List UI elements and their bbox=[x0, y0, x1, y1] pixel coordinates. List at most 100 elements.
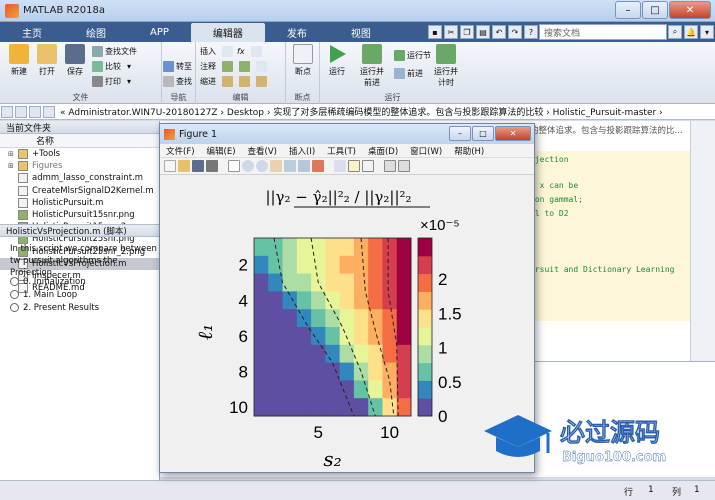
paste-icon[interactable]: ▤ bbox=[476, 25, 490, 39]
outline-item[interactable]: 2. Present Results bbox=[10, 301, 99, 314]
heatmap-cell bbox=[311, 380, 326, 399]
increase-indent-icon[interactable] bbox=[239, 76, 250, 87]
menu-edit[interactable]: 编辑(E) bbox=[201, 145, 242, 157]
file-item[interactable]: HolisticPursuit15snr.png bbox=[0, 209, 159, 221]
maximize-icon[interactable]: □ bbox=[642, 1, 668, 19]
heatmap-plot[interactable]: 2 4 6 8 10 5 10 s₂ ℓ₁ ||γ₂ − γ̂₂||²₂ / ||γ₂||²₂ 0 0… bbox=[160, 176, 534, 472]
new-figure-icon[interactable] bbox=[164, 160, 176, 172]
file-item[interactable]: CreateMlsrSignalD2Kernel.m bbox=[0, 185, 159, 197]
wrap-comment-icon[interactable] bbox=[256, 61, 267, 72]
outline-item[interactable]: 0. Initialization bbox=[10, 275, 99, 288]
function-icon[interactable]: fx bbox=[237, 47, 245, 56]
menu-help[interactable]: 帮助(H) bbox=[448, 145, 490, 157]
run-section-button[interactable]: 运行节 bbox=[394, 50, 431, 61]
run-advance-button[interactable]: 运行并 前进 bbox=[354, 44, 390, 88]
save-icon[interactable]: ▪ bbox=[428, 25, 442, 39]
heatmap-cell bbox=[396, 309, 412, 328]
compare-button[interactable]: 比较 ▾ bbox=[92, 61, 131, 72]
show-tools-icon[interactable] bbox=[398, 160, 410, 172]
figure-titlebar[interactable]: Figure 1 – □ ✕ bbox=[160, 124, 534, 144]
pointer-icon[interactable] bbox=[228, 160, 240, 172]
editor-scrollbar[interactable] bbox=[690, 121, 715, 361]
advance-button[interactable]: 前进 bbox=[394, 68, 423, 79]
run-and-time-button[interactable]: 运行并 计时 bbox=[428, 44, 464, 88]
print-button[interactable]: 打印 ▾ bbox=[92, 76, 131, 87]
zoom-in-icon[interactable] bbox=[242, 160, 254, 172]
save-figure-icon[interactable] bbox=[192, 160, 204, 172]
save-button[interactable]: 保存 bbox=[58, 44, 92, 77]
undo-icon[interactable]: ↶ bbox=[492, 25, 506, 39]
data-cursor-icon[interactable] bbox=[298, 160, 310, 172]
forward-icon[interactable] bbox=[15, 105, 27, 118]
help-icon[interactable]: ? bbox=[524, 25, 538, 39]
expand-icon[interactable]: ⊞ bbox=[8, 150, 16, 158]
tab-apps[interactable]: APP bbox=[128, 23, 191, 42]
indent-button[interactable]: 缩进 bbox=[200, 76, 269, 87]
up-folder-icon[interactable] bbox=[29, 105, 41, 118]
file-item[interactable]: ⊞ Figures bbox=[0, 160, 159, 172]
tab-editor[interactable]: 编辑器 bbox=[190, 23, 265, 42]
figure-minimize-icon[interactable]: – bbox=[449, 126, 471, 141]
decrease-indent-icon[interactable] bbox=[256, 76, 267, 87]
figure-maximize-icon[interactable]: □ bbox=[472, 126, 494, 141]
y-tick-label: 8 bbox=[239, 363, 248, 382]
bell-icon[interactable]: 🔔 bbox=[684, 25, 698, 39]
tab-view[interactable]: 视图 bbox=[329, 23, 393, 42]
tab-publish[interactable]: 发布 bbox=[265, 23, 329, 42]
copy-icon[interactable]: ❐ bbox=[460, 25, 474, 39]
colorbar-icon[interactable] bbox=[348, 160, 360, 172]
insert-button[interactable]: 插入 fx bbox=[200, 46, 264, 57]
find-files-button[interactable]: 查找文件 bbox=[92, 46, 137, 57]
brush-icon[interactable] bbox=[312, 160, 324, 172]
comment-button[interactable]: 注释 bbox=[200, 61, 269, 72]
tab-home[interactable]: 主页 bbox=[0, 23, 64, 42]
menu-view[interactable]: 查看(V) bbox=[242, 145, 283, 157]
open-file-icon[interactable] bbox=[178, 160, 190, 172]
cut-icon[interactable]: ✂ bbox=[444, 25, 458, 39]
file-item[interactable]: ⊞ +Tools bbox=[0, 148, 159, 160]
pan-icon[interactable] bbox=[270, 160, 282, 172]
rotate-icon[interactable] bbox=[284, 160, 296, 172]
file-item[interactable]: admm_lasso_constraint.m bbox=[0, 172, 159, 184]
redo-icon[interactable]: ↷ bbox=[508, 25, 522, 39]
find-button[interactable]: 查找 bbox=[163, 76, 192, 87]
back-icon[interactable] bbox=[1, 105, 13, 118]
goto-button[interactable]: 转至 bbox=[163, 61, 192, 72]
run-button[interactable]: 运行 bbox=[320, 44, 354, 77]
heatmap-cell bbox=[368, 273, 383, 292]
print-figure-icon[interactable] bbox=[206, 160, 218, 172]
code-lines[interactable]: ojection l x can be ion gammal; ll to D2… bbox=[530, 151, 690, 321]
menu-tools[interactable]: 工具(T) bbox=[321, 145, 362, 157]
menu-insert[interactable]: 插入(I) bbox=[283, 145, 321, 157]
figure-canvas[interactable]: 2 4 6 8 10 5 10 s₂ ℓ₁ ||γ₂ − γ̂₂||²₂ / ||γ₂||²₂ 0 0… bbox=[160, 176, 534, 472]
breakpoints-button[interactable]: 断点 bbox=[286, 44, 320, 77]
close-icon[interactable]: ✕ bbox=[669, 1, 711, 19]
uncomment-icon[interactable] bbox=[239, 61, 250, 72]
expand-icon[interactable]: ⊞ bbox=[8, 162, 16, 170]
user-icon[interactable]: ▾ bbox=[700, 25, 714, 39]
minimize-icon[interactable]: – bbox=[615, 1, 641, 19]
figure-close-icon[interactable]: ✕ bbox=[495, 126, 531, 141]
search-icon[interactable]: ⌕ bbox=[668, 25, 682, 39]
hide-tools-icon[interactable] bbox=[384, 160, 396, 172]
heatmap-cell bbox=[282, 398, 298, 417]
search-input[interactable]: 搜索文档 bbox=[539, 24, 667, 40]
link-plot-icon[interactable] bbox=[334, 160, 346, 172]
address-path[interactable]: « Administrator.WIN7U-20180127Z › Deskto… bbox=[60, 105, 663, 118]
graduation-cap-icon bbox=[484, 415, 552, 457]
legend-icon[interactable] bbox=[362, 160, 374, 172]
menu-desktop[interactable]: 桌面(D) bbox=[362, 145, 404, 157]
menu-window[interactable]: 窗口(W) bbox=[404, 145, 448, 157]
figure-window[interactable]: Figure 1 – □ ✕ 文件(F) 编辑(E) 查看(V) 插入(I) 工… bbox=[159, 123, 535, 473]
file-item[interactable]: HolisticPursuit.m bbox=[0, 197, 159, 209]
outline-item[interactable]: 1. Main Loop bbox=[10, 288, 99, 301]
name-column-header[interactable]: 名称 bbox=[0, 134, 159, 148]
browse-folder-icon[interactable] bbox=[43, 105, 55, 118]
zoom-out-icon[interactable] bbox=[256, 160, 268, 172]
address-bar[interactable]: « Administrator.WIN7U-20180127Z › Deskto… bbox=[0, 104, 715, 120]
section-icon[interactable] bbox=[250, 46, 262, 57]
menu-file[interactable]: 文件(F) bbox=[160, 145, 201, 157]
tab-plots[interactable]: 绘图 bbox=[64, 23, 128, 42]
heatmap-cell bbox=[268, 327, 284, 346]
folder-file-icon bbox=[18, 149, 28, 160]
